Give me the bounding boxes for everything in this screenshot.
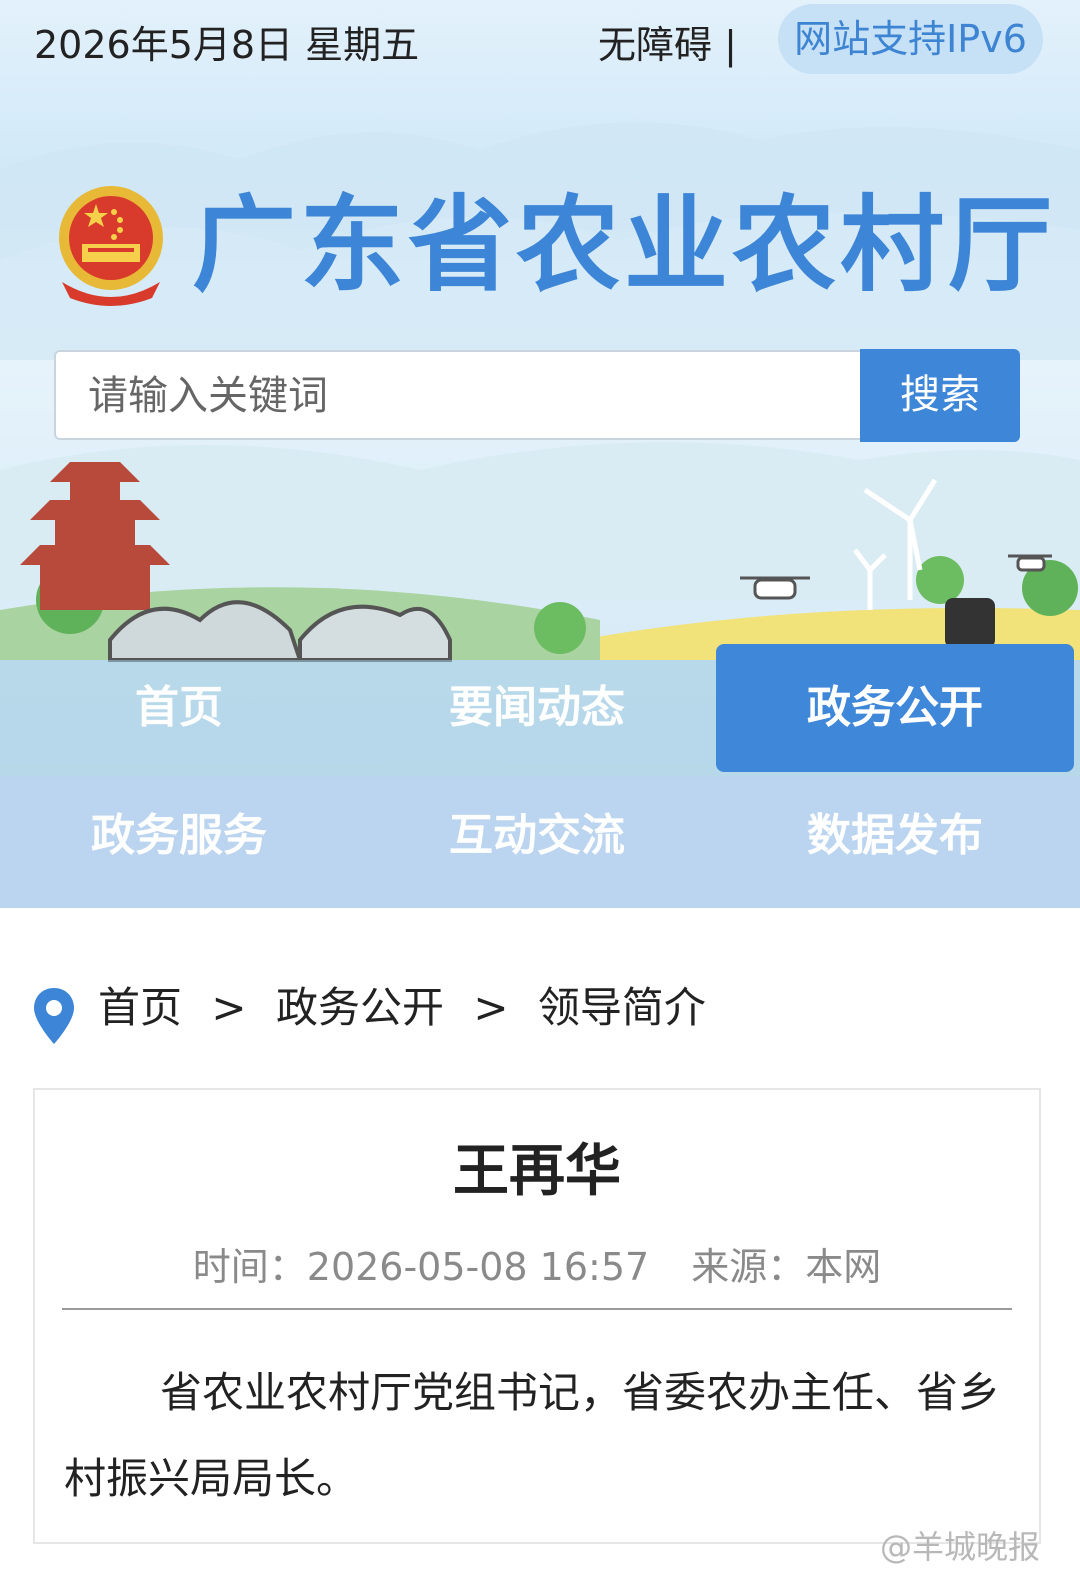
search-button[interactable]: 搜索	[860, 349, 1020, 442]
accessibility-link[interactable]: 无障碍 |	[598, 14, 737, 69]
nav-item-services[interactable]: 政务服务	[0, 772, 358, 900]
ipv6-badge[interactable]: 网站支持IPv6	[778, 4, 1043, 74]
nav-item-news[interactable]: 要闻动态	[358, 644, 716, 772]
time-label: 时间：	[192, 1245, 307, 1289]
breadcrumb-government-affairs[interactable]: 政务公开	[276, 983, 444, 1032]
header-banner: 2026年5月8日 星期五 无障碍 | 网站支持IPv6 广东省农业农村厅 搜索…	[0, 0, 1080, 908]
divider	[62, 1308, 1012, 1310]
nav-item-interaction[interactable]: 互动交流	[358, 772, 716, 900]
breadcrumb-separator: >	[211, 983, 247, 1032]
nav-item-data[interactable]: 数据发布	[716, 772, 1074, 900]
breadcrumb-current: 领导简介	[537, 983, 706, 1032]
article-source: 本网	[805, 1245, 882, 1289]
breadcrumb-separator: >	[473, 983, 509, 1032]
article-body: 省农业农村厅党组书记，省委农办主任、省乡村振兴局局长。	[64, 1368, 1001, 1503]
nav-item-home[interactable]: 首页	[0, 644, 358, 772]
article-meta: 时间：2026-05-08 16:57 来源：本网	[0, 1236, 1074, 1291]
nav-item-government-affairs[interactable]: 政务公开	[716, 644, 1074, 772]
publish-time: 2026-05-08 16:57	[306, 1245, 650, 1289]
source-label: 来源：	[691, 1245, 806, 1289]
location-pin-icon	[34, 988, 74, 1044]
search-box	[54, 350, 862, 440]
watermark: @羊城晚报	[880, 1528, 1041, 1566]
top-bar: 2026年5月8日 星期五 无障碍 | 网站支持IPv6	[0, 0, 1080, 80]
national-emblem-icon	[59, 186, 163, 306]
article-title: 王再华	[453, 1139, 621, 1204]
search-input[interactable]	[86, 352, 850, 440]
current-date: 2026年5月8日 星期五	[34, 23, 420, 67]
site-title: 广东省农业农村厅	[192, 184, 1057, 306]
breadcrumb-home[interactable]: 首页	[98, 983, 182, 1032]
